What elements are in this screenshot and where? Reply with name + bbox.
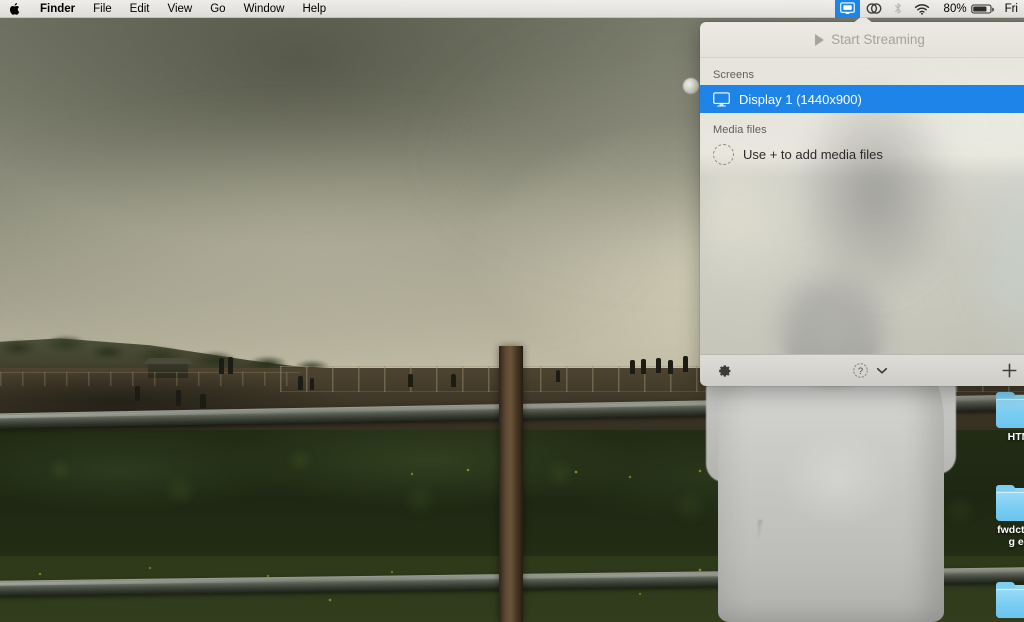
menu-bar-status-items: 80% Fri xyxy=(834,0,1024,18)
menu-item-go[interactable]: Go xyxy=(201,0,234,18)
help-question-icon: ? xyxy=(853,363,868,378)
desktop-folder-label: fwdctrldig es xyxy=(997,524,1024,548)
wallpaper-person-silhouette xyxy=(228,357,233,374)
bluetooth-icon[interactable] xyxy=(888,0,908,18)
play-triangle-icon xyxy=(815,33,825,46)
help-button[interactable]: ? xyxy=(700,362,1024,379)
desktop-screen: HTM fwdctrldig es Finder File Edit View … xyxy=(0,0,1024,622)
display-streaming-icon[interactable] xyxy=(834,0,860,18)
wallpaper-person-silhouette xyxy=(630,360,635,374)
screen-list-item-display-1[interactable]: Display 1 (1440x900) xyxy=(700,85,1024,113)
wallpaper-person-silhouette xyxy=(556,370,560,382)
section-header-screens: Screens xyxy=(713,69,755,81)
popover-body: Screens Display 1 (1440x900) Media files… xyxy=(700,58,1024,354)
menu-bar-clock[interactable]: Fri xyxy=(1001,3,1024,15)
svg-text:?: ? xyxy=(858,366,863,376)
menu-bar-app-menus: Finder File Edit View Go Window Help xyxy=(0,0,335,18)
wallpaper-light-bokeh xyxy=(683,78,699,94)
battery-icon xyxy=(970,3,994,14)
battery-percent-label: 80% xyxy=(943,2,967,15)
person-shirt-folds xyxy=(758,520,928,622)
wallpaper-person-silhouette xyxy=(310,378,314,390)
wallpaper-rail-post xyxy=(499,346,523,622)
battery-status[interactable]: 80% xyxy=(936,0,1001,18)
section-header-media-files: Media files xyxy=(713,124,767,136)
chevron-down-icon xyxy=(876,367,888,374)
wallpaper-person-silhouette xyxy=(683,356,688,372)
screen-list-item-label: Display 1 (1440x900) xyxy=(739,91,862,107)
wallpaper-person-silhouette xyxy=(656,358,661,373)
media-files-empty-item[interactable]: Use + to add media files xyxy=(700,140,1024,168)
menu-item-edit[interactable]: Edit xyxy=(121,0,159,18)
desktop-folder-item[interactable]: HTM xyxy=(996,392,1024,443)
folder-icon xyxy=(996,582,1024,618)
wallpaper-person-silhouette xyxy=(451,374,456,387)
display-monitor-icon xyxy=(713,91,730,107)
wallpaper-person-silhouette xyxy=(200,394,206,408)
wallpaper-person-silhouette xyxy=(668,360,673,374)
folder-icon xyxy=(996,485,1024,521)
menu-item-help[interactable]: Help xyxy=(293,0,335,18)
menu-item-view[interactable]: View xyxy=(159,0,202,18)
desktop-folder-item[interactable] xyxy=(996,582,1024,621)
folder-icon xyxy=(996,392,1024,428)
menu-item-file[interactable]: File xyxy=(84,0,121,18)
wallpaper-person-silhouette xyxy=(408,374,413,387)
start-streaming-label: Start Streaming xyxy=(831,32,925,47)
screen-streaming-popover: Start Streaming Screens Display 1 (1440x… xyxy=(700,22,1024,386)
wallpaper-far-fence xyxy=(0,372,300,386)
wallpaper-person-silhouette xyxy=(298,376,303,390)
creative-cloud-icon[interactable] xyxy=(860,0,888,18)
start-streaming-button[interactable]: Start Streaming xyxy=(700,22,1024,58)
wifi-icon[interactable] xyxy=(908,0,936,18)
menu-item-finder[interactable]: Finder xyxy=(31,0,84,18)
desktop-folder-label: HTM xyxy=(1007,431,1024,443)
menu-bar: Finder File Edit View Go Window Help 80%… xyxy=(0,0,1024,18)
media-files-empty-label: Use + to add media files xyxy=(743,146,883,162)
apple-logo-icon[interactable] xyxy=(0,0,31,18)
desktop-folder-item[interactable]: fwdctrldig es xyxy=(996,485,1024,548)
dashed-circle-placeholder-icon xyxy=(713,143,734,165)
popover-footer-toolbar: ? xyxy=(700,354,1024,386)
wallpaper-person-silhouette xyxy=(219,358,224,374)
wallpaper-person-silhouette xyxy=(176,390,181,406)
person-shirt xyxy=(718,360,944,622)
menu-item-window[interactable]: Window xyxy=(235,0,294,18)
wallpaper-person-silhouette xyxy=(641,359,646,374)
wallpaper-person-silhouette xyxy=(135,386,140,401)
